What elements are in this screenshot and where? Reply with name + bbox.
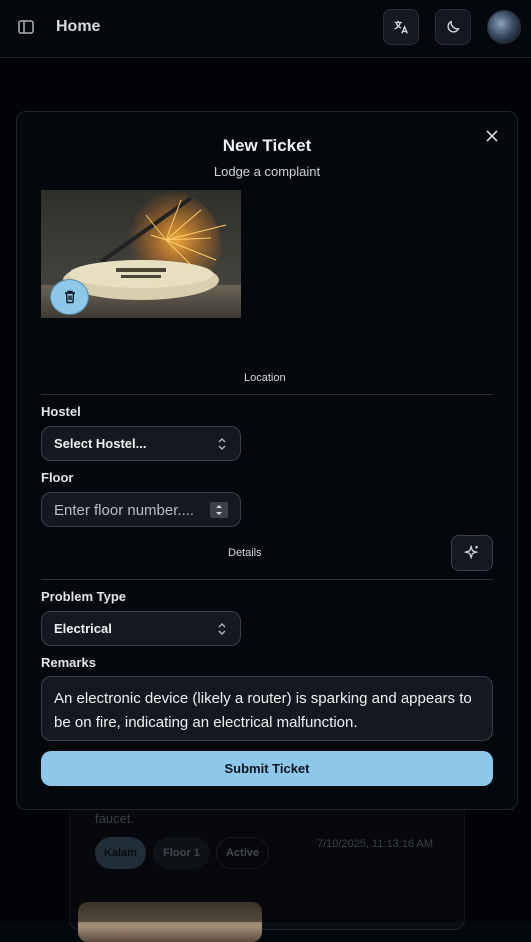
- details-divider: [41, 579, 493, 580]
- sparkles-icon: [463, 544, 479, 560]
- translate-button[interactable]: [383, 9, 419, 45]
- sidebar-toggle-icon[interactable]: [16, 17, 36, 37]
- hostel-select-value: Select Hostel...: [54, 436, 147, 451]
- hostel-label: Hostel: [41, 404, 81, 419]
- dialog-subtitle: Lodge a complaint: [213, 164, 321, 179]
- problem-type-select[interactable]: Electrical: [41, 611, 241, 646]
- trash-icon: [64, 290, 75, 304]
- delete-photo-button[interactable]: [50, 279, 89, 315]
- chevrons-up-down-icon: [218, 623, 226, 635]
- translate-icon: [394, 20, 408, 34]
- problem-type-label: Problem Type: [41, 589, 127, 604]
- avatar[interactable]: [487, 10, 521, 44]
- number-spinner[interactable]: [210, 502, 228, 518]
- theme-toggle-button[interactable]: [435, 9, 471, 45]
- page-title: Home: [56, 18, 101, 35]
- floor-input[interactable]: Enter floor number....: [41, 492, 241, 527]
- problem-type-value: Electrical: [54, 621, 112, 636]
- location-section-title: Location: [244, 372, 286, 384]
- ai-autofill-button[interactable]: [451, 535, 493, 571]
- location-divider: [41, 394, 493, 395]
- hostel-select[interactable]: Select Hostel...: [41, 426, 241, 461]
- remarks-textarea[interactable]: An electronic device (likely a router) i…: [41, 676, 493, 741]
- submit-ticket-button[interactable]: Submit Ticket: [41, 751, 493, 786]
- floor-label: Floor: [41, 470, 74, 485]
- spinner-arrows-icon: [216, 505, 222, 515]
- top-bar: Home: [0, 0, 531, 58]
- chevrons-up-down-icon: [218, 438, 226, 450]
- remarks-label: Remarks: [41, 655, 96, 670]
- details-section-title: Details: [228, 547, 262, 559]
- moon-icon: [447, 20, 460, 33]
- dialog-title: New Ticket: [222, 136, 312, 155]
- floor-input-placeholder: Enter floor number....: [54, 502, 195, 519]
